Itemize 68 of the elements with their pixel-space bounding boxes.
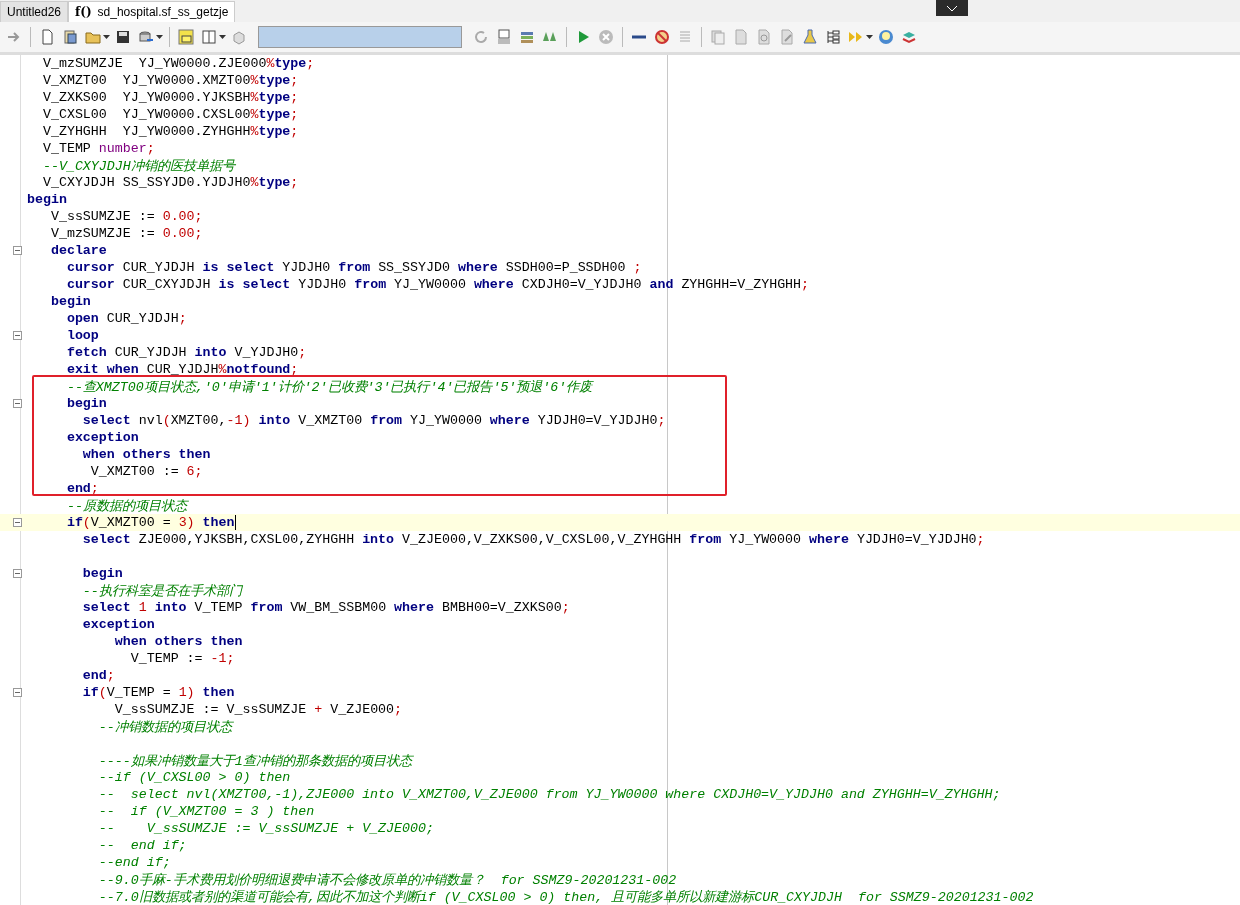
code-line: V_CXSL00 YJ_YW0000.CXSL00%type; — [41, 107, 299, 122]
caret-icon[interactable] — [103, 35, 110, 39]
code-line: when others then — [113, 634, 243, 649]
code-line: V_CXYJDJH SS_SSYJD0.YJDJH0%type; — [41, 175, 299, 190]
highlight-icon[interactable] — [176, 27, 196, 47]
code-line: when others then — [81, 447, 211, 462]
code-line: V_XMZT00 YJ_YW0000.XMZT00%type; — [41, 73, 299, 88]
editor-tab[interactable]: Untitled26 — [0, 1, 69, 22]
code-line: fetch CUR_YJDJH into V_YJDJH0; — [65, 345, 307, 360]
object-dropdown[interactable] — [258, 26, 462, 48]
code-line: exception — [81, 617, 155, 632]
fold-toggle[interactable] — [13, 518, 22, 527]
fold-toggle[interactable] — [13, 246, 22, 255]
code-line: begin — [27, 192, 67, 207]
code-line: exit when CUR_YJDJH%notfound; — [65, 362, 299, 377]
code-line: begin — [65, 396, 107, 411]
code-comment: --原数据的项目状态 — [65, 497, 187, 515]
code-line: select nvl(XMZT00,-1) into V_XMZT00 from YJ_YW0000 where YJDJH0=V_YJDJH0; — [81, 413, 666, 428]
caret-icon[interactable] — [866, 35, 873, 39]
no-entry-icon[interactable] — [652, 27, 672, 47]
caret-icon[interactable] — [219, 35, 226, 39]
code-line: select ZJE000,YJKSBH,CXSL00,ZYHGHH into V_ZJE000,V_ZXKS00,V_CXSL00,V_ZYHGHH from YJ_YW0000 where YJDJH0=V_YJDJH0; — [81, 532, 985, 547]
code-line: V_XMZT00 := 6; — [89, 464, 203, 479]
code-line: end; — [65, 481, 99, 496]
code-comment: --9.0手麻-手术费用划价明细退费申请不会修改原单的冲销数量？ for SSMZ9-20201231-002 — [97, 871, 677, 889]
fold-toggle[interactable] — [13, 569, 22, 578]
code-line: V_TEMP := -1; — [129, 651, 235, 666]
code-line: V_mzSUMZJE YJ_YW0000.ZJE000%type; — [41, 56, 315, 71]
code-comment: ----如果冲销数量大于1查冲销的那条数据的项目状态 — [97, 752, 412, 770]
chevron-icon — [946, 4, 958, 12]
caret-icon[interactable] — [156, 35, 163, 39]
fold-toggle[interactable] — [13, 399, 22, 408]
code-line: V_ZXKS00 YJ_YW0000.YJKSBH%type; — [41, 90, 299, 105]
code-line: V_ZYHGHH YJ_YW0000.ZYHGHH%type; — [41, 124, 299, 139]
code-line: cursor CUR_YJDJH is select YJDJH0 from SS_SSYJD0 where SSDH00=P_SSDH00 ; — [65, 260, 642, 275]
code-comment: --if (V_CXSL00 > 0) then — [97, 770, 291, 785]
code-line: begin — [81, 566, 123, 581]
fold-toggle[interactable] — [13, 688, 22, 697]
editor-tab[interactable]: f() sd_hospital.sf_ss_getzje — [68, 1, 236, 22]
code-line: declare — [49, 243, 107, 258]
code-line: cursor CUR_CXYJDJH is select YJDJH0 from YJ_YW0000 where CXDJH0=V_YJDJH0 and ZYHGHH=V_ZYHGHH; — [65, 277, 810, 292]
stop-icon[interactable] — [596, 27, 616, 47]
code-line: begin — [49, 294, 91, 309]
code-line: exception — [65, 430, 139, 445]
code-comment: --执行科室是否在手术部门 — [81, 582, 242, 600]
code-line: select 1 into V_TEMP from VW_BM_SSBM00 where BMBH00=V_ZXKS00; — [81, 600, 570, 615]
code-line: V_ssSUMZJE := 0.00; — [49, 209, 203, 224]
fold-toggle[interactable] — [13, 331, 22, 340]
code-line: V_mzSUMZJE := 0.00; — [49, 226, 203, 241]
code-line: if(V_TEMP = 1) then — [81, 685, 235, 700]
code-line: V_TEMP number; — [41, 141, 155, 156]
code-comment: --V_CXYJDJH冲销的医技单据号 — [41, 157, 235, 175]
function-icon: f() — [75, 5, 92, 19]
code-comment: -- select nvl(XMZT00,-1),ZJE000 into V_XMZT00,V_ZJE000 from YJ_YW0000 where CXDJH0=V_YJDJH0 and ZYHGHH=V_ZYHGHH; — [97, 787, 1001, 802]
code-line: loop — [65, 328, 99, 343]
code-comment: -- end if; — [97, 838, 187, 853]
code-line: open CUR_YJDJH; — [65, 311, 187, 326]
code-line: end; — [81, 668, 115, 683]
code-line: V_ssSUMZJE := V_ssSUMZJE + V_ZJE000; — [113, 702, 403, 717]
code-comment: -- V_ssSUMZJE := V_ssSUMZJE + V_ZJE000; — [97, 821, 434, 836]
flask-icon[interactable] — [800, 27, 820, 47]
code-comment: --查XMZT00项目状态,'0'申请'1'计价'2'已收费'3'已执行'4'已报告'5'预退'6'作废 — [65, 378, 593, 396]
code-comment: --7.0旧数据或者别的渠道可能会有,因此不加这个判断if (V_CXSL00 > 0) then, 且可能多单所以新建游标CUR_CXYJDJH for SSMZ9-20201231-002 — [97, 888, 1034, 905]
code-comment: -- if (V_XMZT00 = 3 ) then — [97, 804, 315, 819]
code-comment: --end if; — [97, 855, 171, 870]
code-line: if(V_XMZT00 = 3) then — [65, 515, 236, 530]
copy-icon[interactable] — [708, 27, 728, 47]
code-comment: --冲销数据的项目状态 — [97, 718, 232, 736]
